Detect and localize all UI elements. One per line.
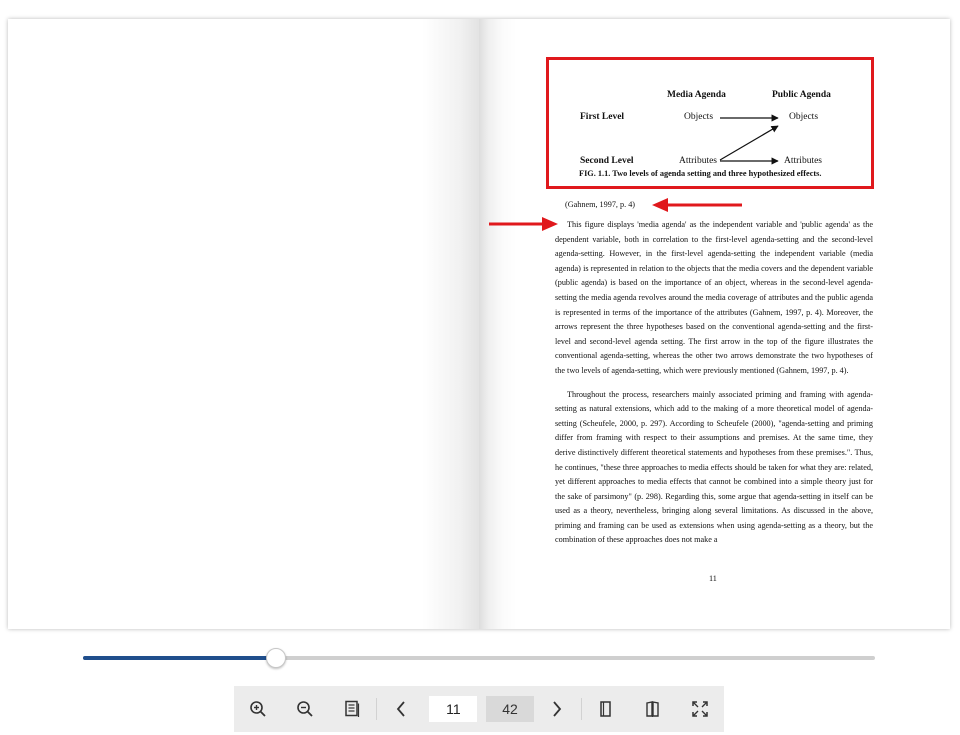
total-pages: 42 [486,696,534,722]
zoom-out-button[interactable] [281,686,328,732]
figure-header-media-agenda: Media Agenda [667,90,726,100]
double-page-view-button[interactable] [629,686,676,732]
next-page-button[interactable] [534,686,581,732]
fullscreen-button[interactable] [677,686,724,732]
page-slider[interactable] [83,647,875,669]
figure-caption: FIG. 1.1. Two levels of agenda setting a… [579,169,822,178]
single-page-icon [599,701,611,717]
double-page-icon [646,701,659,717]
citation-text: (Gahnem, 1997, p. 4) [565,200,636,209]
zoom-in-icon [249,701,266,717]
previous-page-button[interactable] [377,686,424,732]
current-page-input[interactable] [429,696,478,722]
slider-thumb[interactable] [266,648,287,668]
figure-header-public-agenda: Public Agenda [772,90,831,100]
paragraph-1: This figure displays 'media agenda' as t… [555,220,873,375]
zoom-out-icon [297,701,313,717]
chevron-left-icon [396,701,405,717]
left-page-blank [8,19,479,629]
figure-public-objects: Objects [789,112,819,122]
viewer-toolbar: 42 [234,686,724,732]
figure-media-objects: Objects [684,112,714,122]
fullscreen-icon [692,701,709,717]
table-of-contents-button[interactable] [329,686,376,732]
single-page-view-button[interactable] [582,686,629,732]
zoom-in-button[interactable] [234,686,281,732]
page-number: 11 [709,574,717,583]
figure-row-second-level: Second Level [580,156,634,166]
chevron-right-icon [553,701,562,717]
document-icon [345,700,360,717]
slider-fill [83,656,277,660]
figure-media-attributes: Attributes [679,156,717,166]
figure-row-first-level: First Level [580,112,625,122]
document-body: This figure displays 'media agenda' as t… [555,218,873,557]
figure-public-attributes: Attributes [784,156,822,166]
paragraph-2: Throughout the process, researchers main… [555,389,873,545]
